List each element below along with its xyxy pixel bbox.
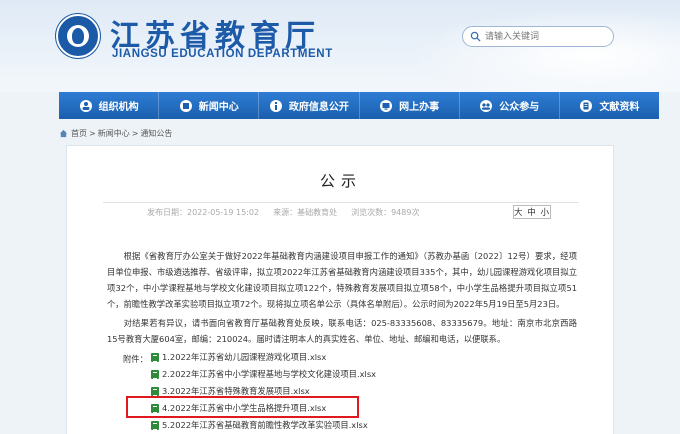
- breadcrumb-news[interactable]: 新闻中心: [98, 128, 130, 139]
- search-icon[interactable]: [470, 31, 481, 42]
- nav-item-docs[interactable]: 文献资料: [560, 92, 659, 119]
- main-nav: 组织机构 新闻中心 政府信息公开 网上办事 公众参与 文献资料: [59, 92, 659, 119]
- nav-item-info[interactable]: 政府信息公开: [259, 92, 360, 119]
- attachment-link[interactable]: 1.2022年江苏省幼儿园课程游戏化项目.xlsx: [151, 350, 326, 364]
- attachment-link[interactable]: 5.2022年江苏省基础教育前瞻性教学改革实验项目.xlsx: [151, 418, 368, 432]
- excel-icon: [151, 386, 159, 396]
- home-icon: [59, 129, 68, 137]
- divider: [103, 202, 579, 203]
- font-size-selector[interactable]: 大 中 小: [513, 205, 551, 219]
- nav-item-people[interactable]: 公众参与: [460, 92, 560, 119]
- article-card: 公示 发布日期：2022-05-19 15:02 来源：基础教育处 浏览次数：9…: [66, 145, 614, 434]
- nav-item-service[interactable]: 网上办事: [360, 92, 460, 119]
- breadcrumb: 首页 > 新闻中心 > 通知公告: [59, 127, 174, 139]
- article-source: 来源：基础教育处: [273, 208, 338, 217]
- docs-icon: [580, 99, 593, 112]
- breadcrumb-home[interactable]: 首页: [71, 128, 87, 139]
- view-count: 浏览次数：9489次: [351, 208, 420, 217]
- excel-icon: [151, 369, 159, 379]
- nav-item-org[interactable]: 组织机构: [59, 92, 160, 119]
- highlight-box: [126, 396, 359, 418]
- search-input[interactable]: [485, 29, 605, 44]
- article-paragraph-2: 对结果若有异议，请书面向省教育厅基础教育处反映，联系电话：025-8333560…: [107, 318, 577, 344]
- article-meta: 发布日期：2022-05-19 15:02 来源：基础教育处 浏览次数：9489…: [147, 207, 433, 218]
- service-icon: [380, 99, 393, 112]
- article-paragraph-1: 根据《省教育厅办公室关于做好2022年基础教育内涵建设项目申报工作的通知》（苏教…: [107, 251, 577, 309]
- org-icon: [79, 99, 92, 112]
- attachment-link[interactable]: 2.2022年江苏省中小学课程基地与学校文化建设项目.xlsx: [151, 367, 376, 381]
- site-logo[interactable]: [56, 14, 100, 58]
- site-subtitle: JIANGSU EDUCATION DEPARTMENT: [112, 48, 333, 60]
- page-title: 公示: [319, 172, 362, 190]
- excel-icon: [151, 420, 159, 430]
- people-icon: [480, 99, 493, 112]
- info-icon: [269, 99, 282, 112]
- breadcrumb-notices[interactable]: 通知公告: [140, 128, 172, 139]
- search-box[interactable]: [462, 26, 614, 47]
- publish-date: 发布日期：2022-05-19 15:02: [147, 208, 260, 217]
- nav-item-news[interactable]: 新闻中心: [159, 92, 260, 119]
- excel-icon: [151, 352, 159, 362]
- attachments-label: 附件：: [123, 354, 148, 364]
- news-icon: [179, 99, 192, 112]
- site-header: 江苏省教育厅 JIANGSU EDUCATION DEPARTMENT: [0, 0, 680, 92]
